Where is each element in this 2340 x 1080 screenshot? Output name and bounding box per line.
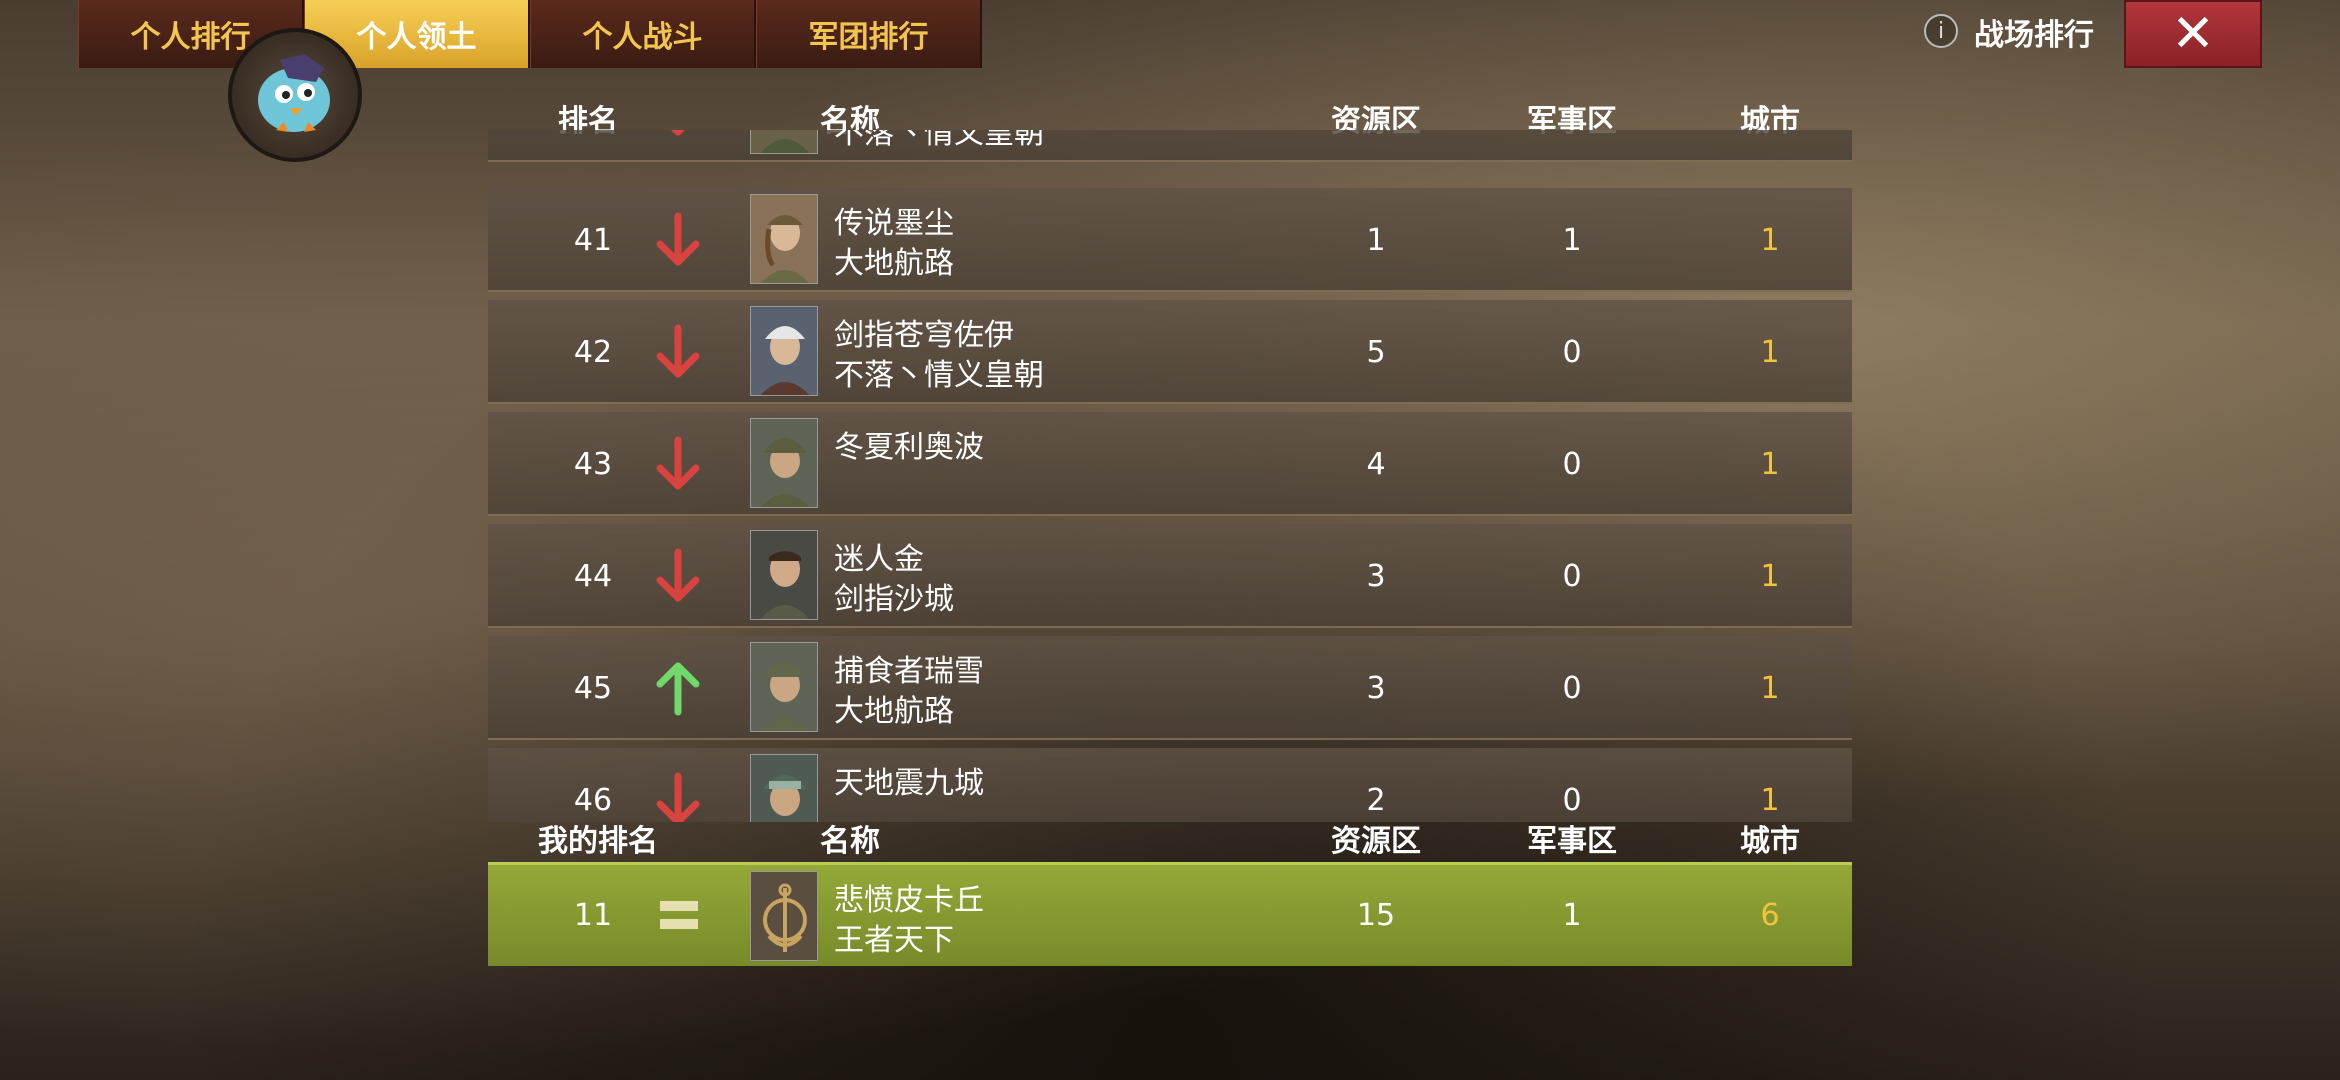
military-zone-count: 0	[1562, 446, 1582, 482]
military-zone-header: 军事区	[1527, 824, 1617, 859]
city-count: 1	[1760, 670, 1780, 706]
legion-name: 不落丶情义皇朝	[834, 358, 1044, 393]
close-icon: ✕	[2171, 4, 2215, 64]
rank-down-arrow-icon	[656, 548, 700, 602]
player-name: 天地震九城	[834, 766, 984, 801]
player-name: 迷人金	[834, 542, 924, 577]
commander-portrait	[750, 530, 818, 620]
military-zone-count: 0	[1562, 670, 1582, 706]
legion-name: 王者天下	[834, 923, 954, 958]
name-header: 名称	[820, 824, 880, 859]
city-count: 1	[1710, 130, 1830, 162]
table-row[interactable]: 44 迷人金 剑指沙城 3 0 1	[488, 524, 1852, 628]
legion-name: 剑指沙城	[834, 582, 954, 617]
resource-zone-count: 4	[1366, 446, 1386, 482]
city-count: 1	[1760, 446, 1780, 482]
rank-down-arrow-icon	[671, 130, 685, 136]
commander-portrait	[750, 194, 818, 284]
resource-zone-count: 5	[1366, 334, 1386, 370]
military-zone-count: 0	[1562, 558, 1582, 594]
tab-legion-ranking[interactable]: 军团排行	[756, 0, 982, 68]
table-row[interactable]: 41 传说墨尘 大地航路 1 1 1	[488, 188, 1852, 292]
military-zone-count: 1	[1562, 222, 1582, 258]
resource-zone-count: 1	[1366, 222, 1386, 258]
resource-zone-count: 15	[1356, 897, 1396, 933]
rank-down-arrow-icon	[656, 324, 700, 378]
table-row[interactable]: 40 不落丶情义皇朝 3 1 1	[488, 130, 1852, 162]
city-count: 6	[1760, 897, 1780, 933]
tab-personal-battle[interactable]: 个人战斗	[530, 0, 756, 68]
rank-down-arrow-icon	[656, 212, 700, 266]
resource-zone-header: 资源区	[1331, 824, 1421, 859]
military-zone-count: 1	[1512, 130, 1632, 162]
ranking-list[interactable]: 40 不落丶情义皇朝 3 1 1 41 传说墨尘 大地航路 1 1 1 42 剑…	[488, 130, 1852, 822]
tab-bar: 个人排行 个人领土 个人战斗 军团排行	[78, 0, 982, 68]
commander-portrait	[750, 130, 818, 154]
city-count: 1	[1760, 222, 1780, 258]
player-name: 剑指苍穹佐伊	[834, 318, 1014, 353]
player-name: 冬夏利奥波	[834, 430, 984, 465]
resource-zone-count: 3	[1316, 130, 1436, 162]
player-portrait	[750, 871, 818, 961]
rank-down-arrow-icon	[656, 436, 700, 490]
player-name: 传说墨尘	[834, 206, 954, 241]
legion-name: 大地航路	[834, 246, 954, 281]
table-row[interactable]: 45 捕食者瑞雪 大地航路 3 0 1	[488, 636, 1852, 740]
commander-portrait	[750, 306, 818, 396]
rank-unchanged-icon	[660, 901, 698, 931]
resource-zone-count: 3	[1366, 558, 1386, 594]
legion-name: 不落丶情义皇朝	[834, 130, 1044, 151]
my-ranking-row[interactable]: 11 悲愤皮卡丘 王者天下 15 1 6	[488, 862, 1852, 966]
player-avatar[interactable]	[228, 28, 362, 162]
resource-zone-count: 3	[1366, 670, 1386, 706]
bird-mascot-icon	[258, 54, 330, 132]
legion-name: 大地航路	[834, 694, 954, 729]
city-header: 城市	[1740, 824, 1800, 859]
close-button[interactable]: ✕	[2124, 0, 2262, 68]
city-count: 1	[1760, 558, 1780, 594]
my-rank-header: 我的排名	[538, 824, 658, 859]
rank-up-arrow-icon	[656, 662, 700, 716]
my-ranking-header: 我的排名 名称 资源区 军事区 城市	[488, 810, 1852, 860]
table-row[interactable]: 42 剑指苍穹佐伊 不落丶情义皇朝 5 0 1	[488, 300, 1852, 404]
city-count: 1	[1760, 334, 1780, 370]
military-zone-count: 1	[1562, 897, 1582, 933]
info-icon[interactable]: i	[1924, 14, 1958, 48]
player-name: 悲愤皮卡丘	[834, 883, 984, 918]
battlefield-ranking-button[interactable]: 战场排行	[1974, 10, 2094, 54]
commander-portrait	[750, 642, 818, 732]
table-row[interactable]: 43 冬夏利奥波 4 0 1	[488, 412, 1852, 516]
military-zone-count: 0	[1562, 334, 1582, 370]
player-name: 捕食者瑞雪	[834, 654, 984, 689]
commander-portrait	[750, 418, 818, 508]
